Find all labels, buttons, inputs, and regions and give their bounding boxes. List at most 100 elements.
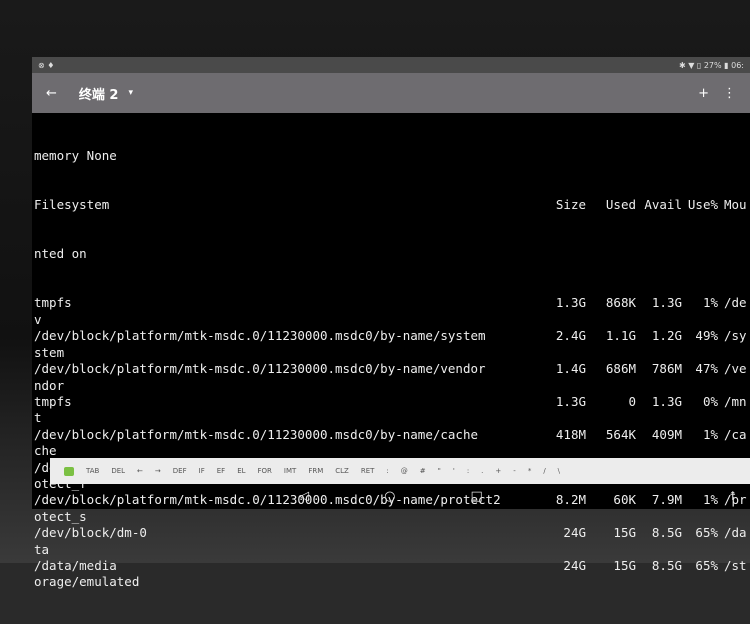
df-size: 1.3G [555, 295, 586, 311]
dropdown-icon[interactable]: ▾ [128, 88, 133, 98]
df-fs: /dev/block/dm-0 [34, 525, 147, 541]
overflow-menu-icon[interactable]: ⋮ [723, 86, 736, 101]
extra-key[interactable]: ← [137, 467, 143, 475]
df-wrap: t [34, 410, 42, 426]
extra-key[interactable]: @ [401, 467, 408, 475]
df-usep: 1% [702, 295, 718, 311]
header-filesystem: Filesystem [34, 197, 110, 213]
df-header: Filesystem Size Used Avail Use% Mou [34, 197, 750, 213]
extra-key[interactable]: EL [237, 467, 245, 475]
header-usep: Use% [687, 197, 718, 213]
extra-key[interactable]: + [495, 467, 501, 475]
terminal-line: nted on [34, 246, 87, 262]
extra-key[interactable]: ' [453, 467, 455, 475]
extra-key[interactable]: " [438, 467, 441, 475]
extra-key[interactable]: : [386, 467, 388, 475]
extra-key[interactable]: # [420, 467, 426, 475]
df-used: 686M [605, 361, 636, 377]
df-used: 15G [613, 557, 636, 573]
df-row: /dev/block/dm-0 24G 15G 8.5G 65% /da [34, 525, 750, 541]
extra-key[interactable]: \ [558, 467, 560, 475]
df-fs: tmpfs [34, 295, 72, 311]
df-avail: 1.2G [651, 328, 682, 344]
nav-home-icon[interactable]: ○ [384, 489, 395, 504]
extra-key[interactable]: : [467, 467, 469, 475]
extra-key[interactable]: DEF [173, 467, 187, 475]
extra-key[interactable]: FRM [308, 467, 323, 475]
df-used: 564K [605, 426, 636, 442]
session-title[interactable]: 终端 2 [79, 84, 119, 103]
app-bar: ← 终端 2 ▾ + ⋮ [32, 73, 750, 113]
df-size: 24G [563, 557, 586, 573]
header-avail: Avail [644, 197, 682, 213]
df-row: tmpfs 1.3G 0 1.3G 0% /mn [34, 394, 750, 410]
df-mount: /ve [724, 361, 747, 377]
df-mount: /ca [724, 426, 747, 442]
extra-key[interactable]: TAB [86, 467, 99, 475]
extra-key[interactable]: * [528, 467, 532, 475]
df-mount: /mn [724, 393, 747, 409]
extra-key[interactable]: EF [217, 467, 225, 475]
df-wrap: ta [34, 541, 50, 557]
extra-keys-bar: TAB DEL ← → DEF IF EF EL FOR IMT FRM CLZ RET: @ # " ':. +… [50, 458, 750, 484]
df-avail: 1.3G [651, 295, 682, 311]
df-usep: 0% [702, 393, 718, 409]
extra-key[interactable]: DEL [111, 467, 125, 475]
extra-key[interactable]: IF [199, 467, 205, 475]
df-size: 1.3G [555, 393, 586, 409]
terminal-line: memory None [34, 147, 117, 163]
df-mount: /st [724, 557, 747, 573]
nav-recent-icon[interactable]: □ [471, 489, 483, 504]
navigation-bar: ◁ ○ □ [32, 484, 750, 509]
df-row: /data/media 24G 15G 8.5G 65% /st [34, 558, 750, 574]
extra-key[interactable]: → [155, 467, 161, 475]
df-used: 1.1G [605, 328, 636, 344]
df-mount: /da [724, 525, 747, 541]
df-used: 868K [605, 295, 636, 311]
df-size: 24G [563, 525, 586, 541]
notification-icons: ⊗ ♦ [38, 60, 55, 70]
extra-key[interactable]: FOR [258, 467, 272, 475]
df-avail: 8.5G [651, 525, 682, 541]
status-bar: ⊗ ♦ ✱ ▼ ▯ 27% ▮ 06: [32, 57, 750, 73]
df-row: tmpfs 1.3G 868K 1.3G 1% /de [34, 295, 750, 311]
clock: 06: [731, 60, 744, 70]
df-avail: 786M [651, 361, 682, 377]
df-size: 418M [555, 426, 586, 442]
df-usep: 49% [695, 328, 718, 344]
accessibility-icon[interactable]: ☨ [729, 489, 736, 503]
df-fs: /dev/block/platform/mtk-msdc.0/11230000.… [34, 426, 479, 442]
df-row: /dev/block/platform/mtk-msdc.0/11230000.… [34, 361, 750, 377]
nav-back-icon[interactable]: ◁ [299, 489, 309, 504]
df-wrap: orage/emulated [34, 574, 140, 590]
df-avail: 8.5G [651, 557, 682, 573]
df-usep: 65% [695, 557, 718, 573]
df-usep: 1% [702, 426, 718, 442]
df-row: /dev/block/platform/mtk-msdc.0/11230000.… [34, 328, 750, 344]
df-mount: /de [724, 295, 747, 311]
header-used: Used [605, 197, 636, 213]
extra-key[interactable]: . [481, 467, 483, 475]
df-avail: 409M [651, 426, 682, 442]
df-size: 2.4G [555, 328, 586, 344]
keyboard-toggle-icon[interactable] [64, 466, 74, 476]
df-wrap: v [34, 311, 42, 327]
back-arrow-icon[interactable]: ← [46, 86, 57, 101]
extra-key[interactable]: RET [361, 467, 375, 475]
battery-level: 27% [703, 60, 722, 70]
screen: ⊗ ♦ ✱ ▼ ▯ 27% ▮ 06: ← 终端 2 ▾ + ⋮ memory … [32, 57, 750, 589]
df-row: /dev/block/platform/mtk-msdc.0/11230000.… [34, 427, 750, 443]
df-fs: /dev/block/platform/mtk-msdc.0/11230000.… [34, 328, 486, 344]
extra-key[interactable]: - [513, 467, 516, 475]
df-fs: /data/media [34, 557, 117, 573]
df-used: 15G [613, 525, 636, 541]
header-size: Size [555, 197, 586, 213]
extra-key[interactable]: / [543, 467, 545, 475]
df-avail: 1.3G [651, 393, 682, 409]
add-session-icon[interactable]: + [698, 86, 709, 101]
df-used: 0 [628, 393, 636, 409]
extra-key[interactable]: IMT [284, 467, 296, 475]
df-wrap: stem [34, 344, 65, 360]
extra-key[interactable]: CLZ [335, 467, 349, 475]
terminal-output[interactable]: memory None Filesystem Size Used Avail U… [34, 115, 750, 624]
